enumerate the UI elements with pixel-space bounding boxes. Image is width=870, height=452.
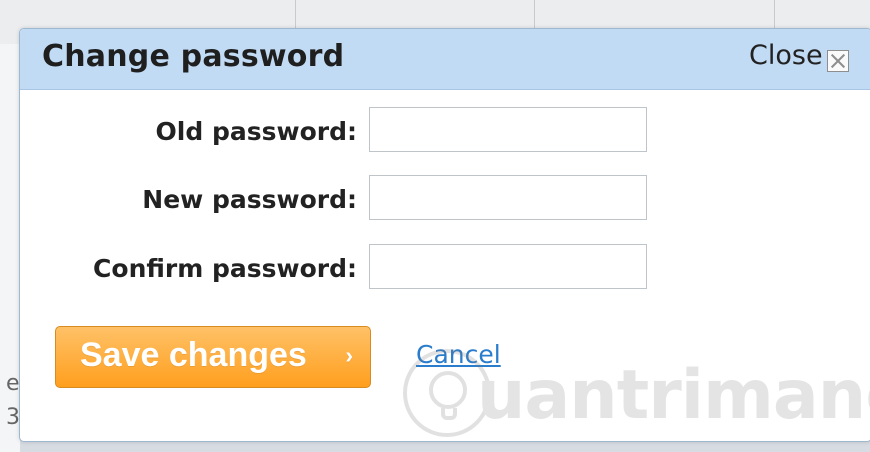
- confirm-password-field[interactable]: [369, 244, 647, 289]
- background-letter: 3: [6, 405, 20, 430]
- dialog-header: Change password Close: [20, 29, 870, 90]
- save-changes-label: Save changes: [80, 336, 307, 374]
- old-password-label: Old password:: [155, 117, 357, 146]
- background-left-panel: e 3: [0, 44, 21, 452]
- cancel-link[interactable]: Cancel: [416, 340, 501, 369]
- old-password-field[interactable]: [369, 107, 647, 152]
- new-password-label: New password:: [142, 185, 357, 214]
- save-changes-button[interactable]: Save changes ›: [55, 326, 371, 388]
- confirm-password-label: Confirm password:: [93, 254, 357, 283]
- chevron-right-icon: ›: [345, 342, 353, 368]
- close-icon[interactable]: [827, 50, 849, 72]
- background-letter: e: [6, 371, 20, 396]
- change-password-dialog: Change password Close Old password: New …: [19, 28, 870, 442]
- new-password-field[interactable]: [369, 175, 647, 220]
- close-label[interactable]: Close: [749, 40, 823, 71]
- dialog-title: Change password: [42, 39, 345, 74]
